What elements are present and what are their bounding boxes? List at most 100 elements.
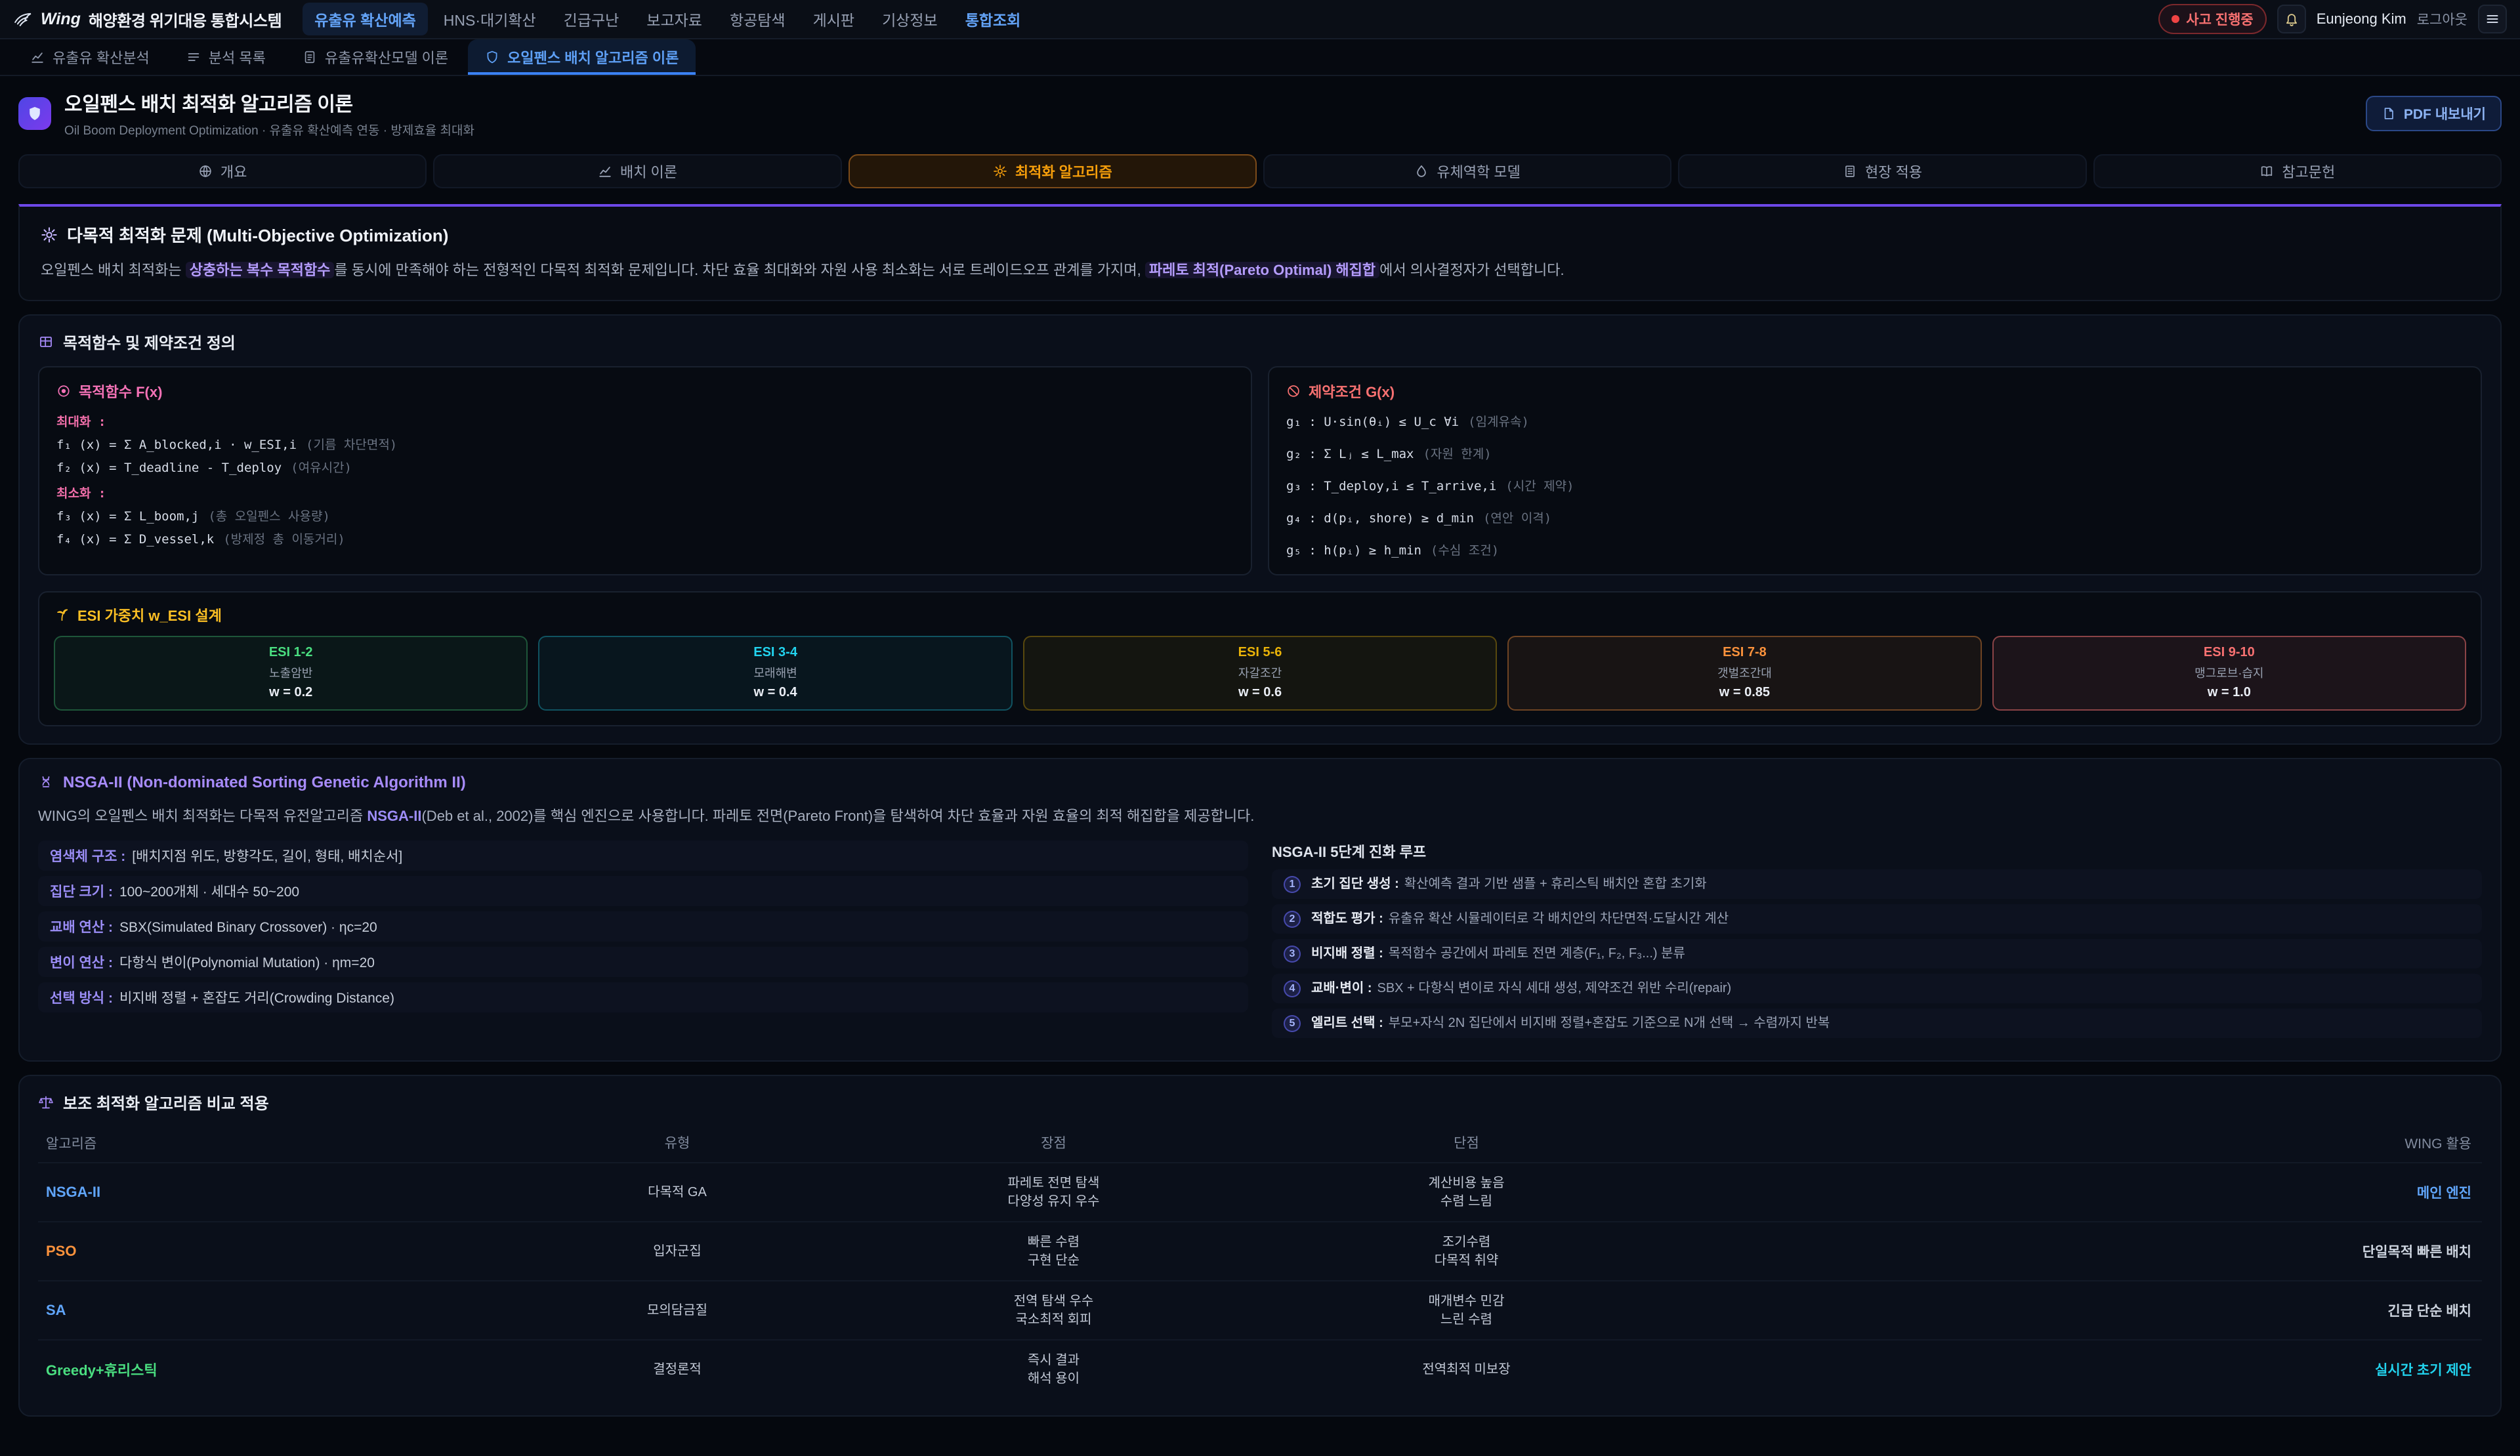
constraints-panel: 제약조건 G(x) g₁ : U·sin(θᵢ) ≤ U_c ∀i(임계유속) … — [1268, 366, 2482, 575]
step-desc: 부모+자식 2N 집단에서 비지배 정렬+혼잡도 기준으로 N개 선택 → 수렴… — [1389, 1016, 1830, 1030]
target-icon — [56, 384, 71, 398]
parameter-value: 100~200개체 · 세대수 50~200 — [119, 881, 299, 901]
section-nsga2: NSGA-II (Non-dominated Sorting Genetic A… — [18, 758, 2502, 1062]
tab-references[interactable]: 참고문헌 — [2093, 154, 2502, 188]
grid-icon — [38, 334, 54, 350]
step-label: 비지배 정렬 : — [1311, 946, 1383, 961]
section-algorithm-comparison: 보조 최적화 알고리즘 비교 적용 알고리즘 유형 장점 단점 WING 활용 … — [18, 1075, 2502, 1417]
column-header: 장점 — [847, 1134, 1260, 1153]
pros-line: 빠른 수렴 — [847, 1233, 1260, 1251]
formula-text: g₄ : d(pᵢ, shore) ≥ d_min — [1286, 511, 1474, 526]
formula-note: (기름 차단면적) — [306, 438, 397, 452]
nav-item-hns-air-dispersion[interactable]: HNS·대기확산 — [432, 3, 548, 35]
esi-range: ESI 5-6 — [1030, 645, 1490, 660]
formula-text: f₃ (x) = Σ L_boom,j — [56, 509, 199, 524]
step-desc: 유출유 확산 시뮬레이터로 각 배치안의 차단면적·도달시간 계산 — [1389, 911, 1729, 926]
logout-link[interactable]: 로그아웃 — [2417, 9, 2468, 29]
formula-row: f₃ (x) = Σ L_boom,j(총 오일펜스 사용량) — [56, 507, 1234, 524]
page-subtitle: Oil Boom Deployment Optimization · 유출유 확… — [64, 121, 474, 138]
step-text: 엘리트 선택 :부모+자식 2N 집단에서 비지배 정렬+혼잡도 기준으로 N개… — [1311, 1014, 1830, 1033]
intro-paragraph: 오일펜스 배치 최적화는 상충하는 복수 목적함수를 동시에 만족해야 하는 전… — [41, 259, 2479, 281]
nsga-description: WING의 오일펜스 배치 최적화는 다목적 유전알고리즘 NSGA-II(De… — [38, 805, 2482, 827]
content: 개요 배치 이론 최적화 알고리즘 유체역학 모델 현장 적용 참고문헌 — [0, 154, 2520, 1456]
cons-line: 매개변수 민감 — [1260, 1292, 1673, 1310]
tab-field-application[interactable]: 현장 적용 — [1678, 154, 2086, 188]
nav-item-emergency-rescue[interactable]: 긴급구난 — [552, 3, 631, 35]
pdf-export-label: PDF 내보내기 — [2404, 104, 2486, 123]
esi-label: 갯벌조간대 — [1514, 664, 1975, 681]
nav-item-weather-info[interactable]: 기상정보 — [870, 3, 950, 35]
parameter-value: SBX(Simulated Binary Crossover) · ηc=20 — [119, 920, 377, 936]
step-number: 3 — [1284, 946, 1301, 963]
notifications-button[interactable] — [2277, 5, 2306, 33]
intro-text: 오일펜스 배치 최적화는 — [41, 262, 186, 278]
objective-functions-title: 목적함수 F(x) — [56, 381, 1234, 402]
incident-status-badge[interactable]: 사고 진행중 — [2158, 4, 2266, 34]
subtab-boom-algorithm-theory[interactable]: 오일펜스 배치 알고리즘 이론 — [468, 39, 696, 75]
objective-functions-panel: 목적함수 F(x) 최대화 : f₁ (x) = Σ A_blocked,i ·… — [38, 366, 1252, 575]
tab-optimization-algorithm[interactable]: 최적화 알고리즘 — [849, 154, 1257, 188]
card-heading-text: 목적함수 및 제약조건 정의 — [63, 330, 236, 353]
algorithm-type: 다목적 GA — [507, 1183, 847, 1201]
nav-item-spill-prediction[interactable]: 유출유 확산예측 — [303, 3, 428, 35]
pros-line: 전역 탐색 우수 — [847, 1292, 1260, 1310]
ga-parameter-row: 교배 연산 : SBX(Simulated Binary Crossover) ·… — [38, 911, 1248, 942]
export-icon — [2382, 106, 2396, 121]
page-header: 오일펜스 배치 최적화 알고리즘 이론 Oil Boom Deployment … — [0, 76, 2520, 152]
formula-note: (임계유속) — [1468, 415, 1529, 429]
intro-highlight: 상충하는 복수 목적함수 — [186, 262, 335, 278]
esi-heading-text: ESI 가중치 w_ESI 설계 — [77, 604, 222, 625]
tab-hydrodynamic-model[interactable]: 유체역학 모델 — [1263, 154, 1671, 188]
panel-title-text: 목적함수 F(x) — [79, 381, 162, 402]
esi-card-9-10: ESI 9-10 맹그로브·습지 w = 1.0 — [1992, 636, 2466, 711]
red-dot-icon — [2172, 15, 2179, 23]
cons-line: 수렴 느림 — [1260, 1192, 1673, 1211]
formula-note: (수심 조건) — [1431, 543, 1499, 558]
nsga-text: WING의 오일펜스 배치 최적화는 다목적 유전알고리즘 — [38, 808, 367, 824]
esi-weights-panel: ESI 가중치 w_ESI 설계 ESI 1-2 노출암반 w = 0.2 ES… — [38, 591, 2482, 726]
wing-usage: 실시간 초기 제안 — [1673, 1360, 2474, 1379]
top-navbar: Wing 해양환경 위기대응 통합시스템 유출유 확산예측 HNS·대기확산 긴… — [0, 0, 2520, 39]
scale-icon — [38, 1094, 54, 1110]
esi-label: 맹그로브·습지 — [1999, 664, 2460, 681]
algorithm-comparison-table: 알고리즘 유형 장점 단점 WING 활용 NSGA-II 다목적 GA 파레토… — [38, 1127, 2482, 1398]
nav-item-reports[interactable]: 보고자료 — [635, 3, 714, 35]
table-row-greedy: Greedy+휴리스틱 결정론적 즉시 결과해석 용이 전역최적 미보장 실시간… — [38, 1341, 2482, 1398]
theory-tabs: 개요 배치 이론 최적화 알고리즘 유체역학 모델 현장 적용 참고문헌 — [18, 154, 2502, 188]
minimize-label: 최소화 : — [56, 484, 1234, 501]
wing-logo-icon — [13, 9, 33, 29]
pdf-export-button[interactable]: PDF 내보내기 — [2366, 96, 2502, 131]
subtab-analysis-list[interactable]: 분석 목록 — [169, 39, 283, 75]
esi-weight: w = 0.4 — [545, 685, 1005, 700]
step-desc: SBX + 다항식 변이로 자식 세대 생성, 제약조건 위반 수리(repai… — [1377, 981, 1731, 995]
esi-label: 자갈조간 — [1030, 664, 1490, 681]
constraints-title: 제약조건 G(x) — [1286, 381, 2464, 402]
nav-item-aerial-search[interactable]: 항공탐색 — [718, 3, 797, 35]
tab-deployment-theory[interactable]: 배치 이론 — [433, 154, 841, 188]
parameter-label: 교배 연산 : — [50, 917, 113, 936]
column-header: 유형 — [507, 1134, 847, 1153]
esi-weight: w = 1.0 — [1999, 685, 2460, 700]
formula-text: f₂ (x) = T_deadline - T_deploy — [56, 461, 282, 475]
table-row-sa: SA 모의담금질 전역 탐색 우수국소최적 회피 매개변수 민감느린 수렴 긴급… — [38, 1281, 2482, 1341]
list-icon — [186, 50, 201, 64]
subtab-dispersion-model-theory[interactable]: 유출유확산모델 이론 — [285, 39, 465, 75]
tab-label: 배치 이론 — [620, 161, 677, 182]
tab-overview[interactable]: 개요 — [18, 154, 427, 188]
formula-text: g₅ : h(pᵢ) ≥ h_min — [1286, 543, 1421, 558]
step-desc: 목적함수 공간에서 파레토 전면 계층(F₁, F₂, F₃...) 분류 — [1389, 946, 1685, 961]
ga-parameter-row: 염색체 구조 :[배치지점 위도, 방향각도, 길이, 형태, 배치순서] — [38, 841, 1248, 871]
brand-logo[interactable]: Wing 해양환경 위기대응 통합시스템 — [13, 8, 282, 31]
intro-highlight: 파레토 최적(Pareto Optimal) 해집합 — [1145, 262, 1379, 278]
nsga-highlight: NSGA-II — [367, 808, 421, 824]
book-icon — [2259, 164, 2274, 178]
esi-range: ESI 1-2 — [60, 645, 521, 660]
subtab-label: 유출유 확산분석 — [52, 47, 150, 68]
step-number: 4 — [1284, 980, 1301, 997]
menu-button[interactable] — [2478, 5, 2507, 33]
subtab-spill-analysis[interactable]: 유출유 확산분석 — [13, 39, 167, 75]
panel-title-text: 제약조건 G(x) — [1309, 381, 1395, 402]
nav-item-board[interactable]: 게시판 — [801, 3, 866, 35]
formula-row: f₁ (x) = Σ A_blocked,i · w_ESI,i(기름 차단면적… — [56, 435, 1234, 453]
nav-item-integrated-search[interactable]: 통합조회 — [954, 3, 1033, 35]
